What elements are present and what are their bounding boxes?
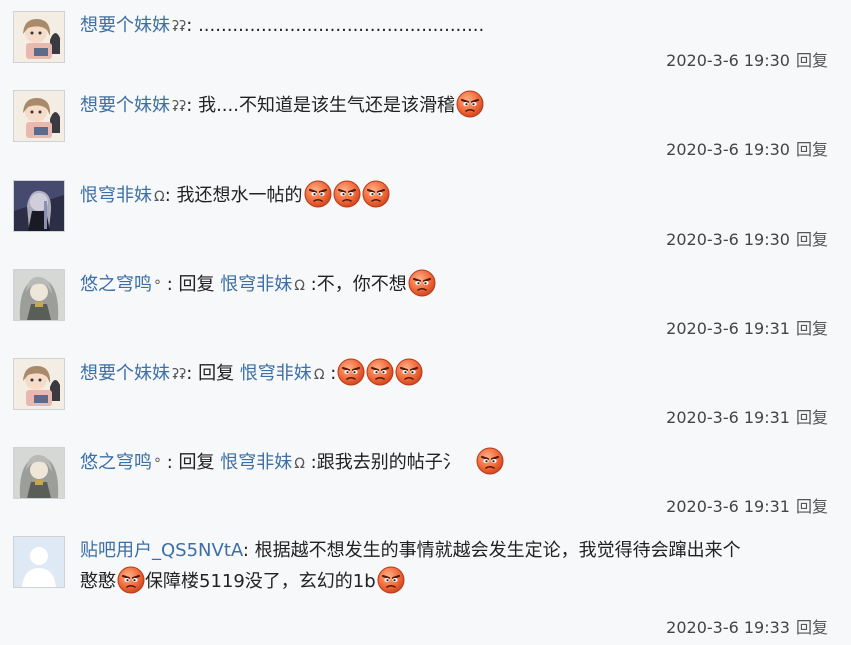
reply-text: : 我....不知道是该生气还是该滑稽 [186, 95, 455, 116]
reply-text: : 根据越不想发生的事情就越会发生定论，我觉得待会蹿出来个 [242, 540, 741, 561]
reply-meta: 2020-3-6 19:31 回复 [666, 404, 828, 428]
timestamp: 2020-3-6 19:33 [666, 618, 790, 637]
silver-hair-avatar-icon [14, 270, 64, 320]
name-mark: Ω [154, 189, 165, 205]
name-mark: ° [154, 278, 161, 294]
name-mark: ° [154, 456, 161, 472]
reply-meta: 2020-3-6 19:30 回复 [666, 136, 828, 160]
default-user-avatar-icon [14, 537, 64, 587]
reply-content: 恨穹非妹 Ω: 我还想水一帖的 [80, 180, 830, 212]
avatar[interactable] [13, 447, 65, 499]
reply-prefix: : 回复 [161, 274, 221, 295]
angry-face-icon [362, 180, 390, 208]
angry-face-icon [408, 269, 436, 297]
timestamp: 2020-3-6 19:31 [666, 408, 790, 427]
reply-text: 保障楼5119没了，玄幻的1b [145, 571, 376, 592]
avatar[interactable] [13, 358, 65, 410]
reply-text: :不，你不想 [304, 274, 407, 295]
timestamp: 2020-3-6 19:31 [666, 319, 790, 338]
reply-text: : 我还想水一帖的 [164, 185, 303, 206]
reply-content: 悠之穹鸣 ° : 回复 恨穹非妹 Ω :跟我去别的帖子氵 [80, 447, 830, 479]
avatar[interactable] [13, 180, 65, 232]
reply-line: 贴吧用户_QS5NVtA: 根据越不想发生的事情就越会发生定论，我觉得待会蹿出来… [80, 536, 830, 566]
reply-button[interactable]: 回复 [796, 319, 828, 338]
reply-meta: 2020-3-6 19:30 回复 [666, 226, 828, 250]
reply-content: 想要个妹妹 ʡʡ: 我....不知道是该生气还是该滑稽 [80, 90, 830, 122]
dark-anime-avatar-icon [14, 181, 64, 231]
reply-content: 想要个妹妹 ʡʡ: ...............................… [80, 11, 830, 42]
mention-link[interactable]: 恨穹非妹 [220, 274, 292, 295]
username-link[interactable]: 想要个妹妹 [80, 15, 170, 36]
timestamp: 2020-3-6 19:31 [666, 497, 790, 516]
mention-mark: Ω [294, 456, 305, 472]
username-link[interactable]: 想要个妹妹 [80, 95, 170, 116]
reply-meta: 2020-3-6 19:31 回复 [666, 315, 828, 339]
reply-prefix: : 回复 [161, 452, 221, 473]
anime-girl-avatar-icon [14, 91, 64, 141]
reply-meta: 2020-3-6 19:33 回复 [666, 614, 828, 638]
reply-prefix: : 回复 [186, 363, 240, 384]
angry-face-icon [304, 180, 332, 208]
reply-button[interactable]: 回复 [796, 51, 828, 70]
username-link[interactable]: 悠之穹鸣 [80, 452, 152, 473]
name-mark: ʡʡ [172, 99, 187, 115]
reply-line: 憨憨 保障楼5119没了，玄幻的1b [80, 566, 830, 597]
reply-content: 贴吧用户_QS5NVtA: 根据越不想发生的事情就越会发生定论，我觉得待会蹿出来… [80, 536, 830, 597]
angry-face-icon [333, 180, 361, 208]
mention-link[interactable]: 恨穹非妹 [220, 452, 292, 473]
angry-face-icon [476, 447, 504, 475]
angry-face-icon [117, 566, 145, 594]
reply-button[interactable]: 回复 [796, 140, 828, 159]
reply-text: : ......................................… [186, 15, 485, 36]
reply-text: :跟我去别的帖子氵 [304, 452, 461, 473]
mention-mark: Ω [294, 278, 305, 294]
mention-mark: Ω [313, 367, 325, 383]
anime-girl-avatar-icon [14, 12, 64, 62]
reply-content: 想要个妹妹 ʡʡ: 回复 恨穹非妹 Ω : [80, 358, 830, 390]
reply-button[interactable]: 回复 [796, 497, 828, 516]
username-link[interactable]: 贴吧用户_QS5NVtA [80, 540, 243, 561]
timestamp: 2020-3-6 19:30 [666, 140, 790, 159]
timestamp: 2020-3-6 19:30 [666, 230, 790, 249]
reply-button[interactable]: 回复 [796, 408, 828, 427]
avatar[interactable] [13, 90, 65, 142]
silver-hair-avatar-icon [14, 448, 64, 498]
angry-face-icon [377, 566, 405, 594]
name-mark: ʡʡ [172, 19, 187, 35]
reply-content: 悠之穹鸣 ° : 回复 恨穹非妹 Ω :不，你不想 [80, 269, 830, 301]
reply-button[interactable]: 回复 [796, 230, 828, 249]
reply-text: : [324, 363, 337, 384]
timestamp: 2020-3-6 19:30 [666, 51, 790, 70]
username-link[interactable]: 想要个妹妹 [80, 363, 170, 384]
username-link[interactable]: 悠之穹鸣 [80, 274, 152, 295]
username-link[interactable]: 恨穹非妹 [80, 185, 152, 206]
avatar[interactable] [13, 269, 65, 321]
angry-face-icon [337, 358, 365, 386]
reply-meta: 2020-3-6 19:30 回复 [666, 47, 828, 71]
avatar[interactable] [13, 536, 65, 588]
anime-girl-avatar-icon [14, 359, 64, 409]
mention-link[interactable]: 恨穹非妹 [240, 363, 312, 384]
name-mark: ʡʡ [172, 367, 187, 383]
angry-face-icon [395, 358, 423, 386]
reply-text: 憨憨 [80, 571, 116, 592]
avatar[interactable] [13, 11, 65, 63]
reply-button[interactable]: 回复 [796, 618, 828, 637]
angry-face-icon [366, 358, 394, 386]
angry-face-icon [456, 90, 484, 118]
reply-meta: 2020-3-6 19:31 回复 [666, 493, 828, 517]
reply-list: 想要个妹妹 ʡʡ: ...............................… [0, 0, 851, 645]
